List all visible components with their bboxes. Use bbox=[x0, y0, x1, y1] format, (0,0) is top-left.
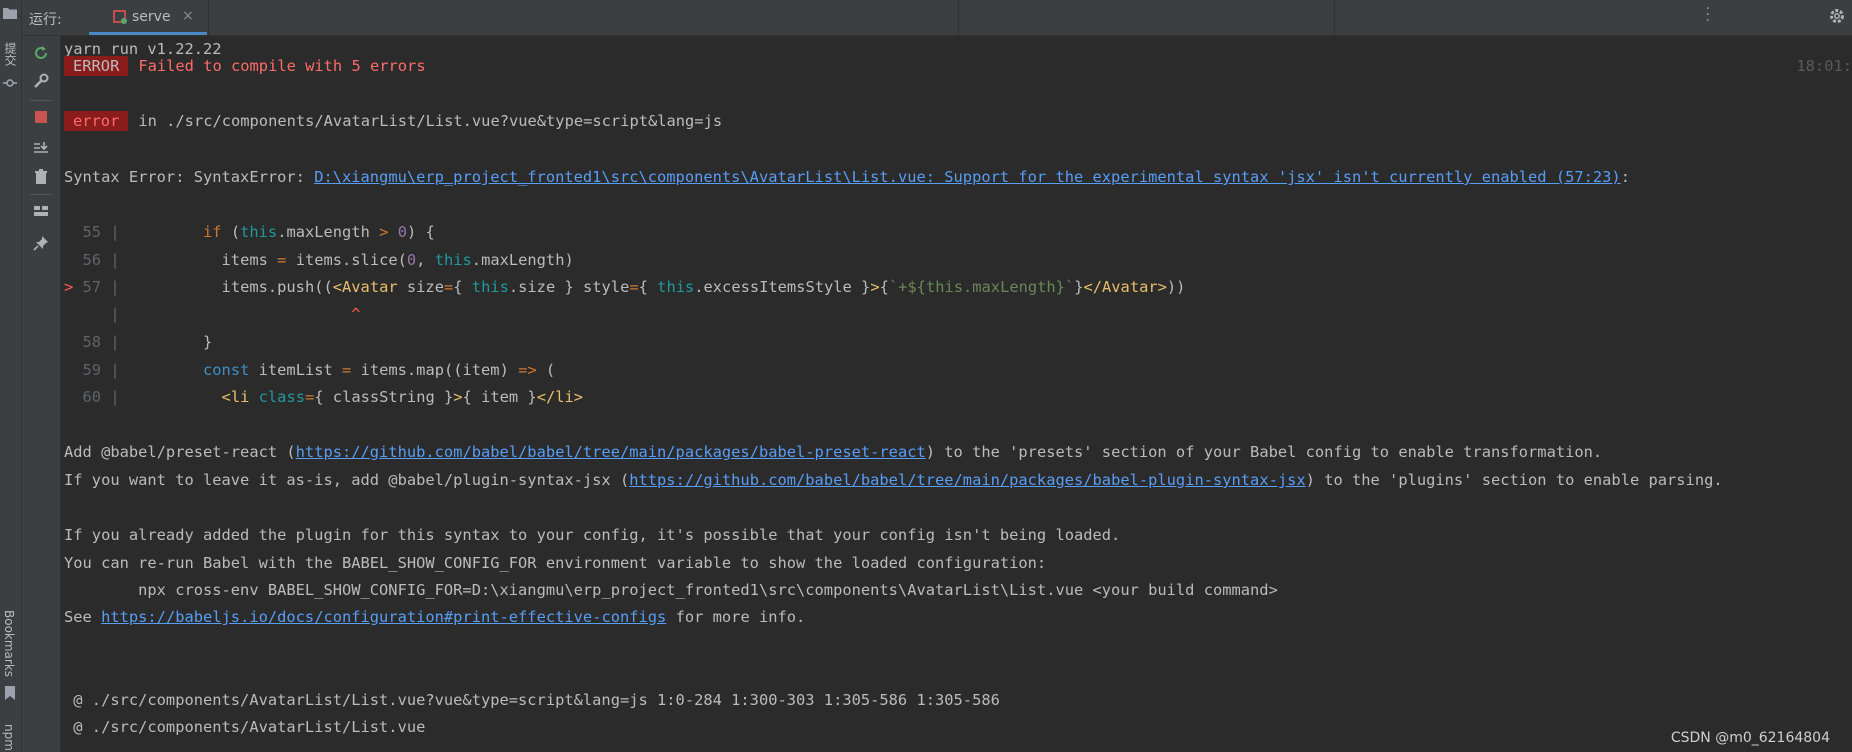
rerun-text: You can re-run Babel with the BABEL_SHOW… bbox=[64, 554, 1047, 572]
code-line-58: 58 | } bbox=[64, 333, 213, 351]
console-line: If you already added the plugin for this… bbox=[64, 525, 1120, 545]
line-number: 57 | bbox=[82, 278, 129, 296]
error-message: Failed to compile with 5 errors bbox=[138, 57, 426, 75]
divider bbox=[958, 0, 959, 35]
tab-label: serve bbox=[132, 9, 171, 25]
plugin-suffix: ) to the 'plugins' section to enable par… bbox=[1305, 471, 1723, 489]
divider bbox=[208, 0, 209, 35]
wrench-icon[interactable] bbox=[32, 72, 50, 90]
import-trace-1: @ ./src/components/AvatarList/List.vue?v… bbox=[64, 691, 1000, 709]
vue-icon bbox=[113, 10, 127, 24]
caret-line: | ^ bbox=[64, 304, 361, 324]
close-icon[interactable]: × bbox=[182, 8, 194, 24]
line-number: 58 | bbox=[64, 333, 129, 351]
active-tab-indicator bbox=[89, 32, 207, 35]
watermark: CSDN @m0_62164804 bbox=[1670, 730, 1830, 746]
code-line-60: 60 | <li class={ classString }>{ item }<… bbox=[64, 388, 584, 406]
babel-docs-link[interactable]: https://babeljs.io/docs/configuration#pr… bbox=[101, 608, 666, 626]
see-suffix: for more info. bbox=[666, 608, 806, 626]
console-line: @ ./src/components/AvatarList/List.vue?v… bbox=[64, 690, 1000, 710]
console-line: You can re-run Babel with the BABEL_SHOW… bbox=[64, 553, 1046, 573]
npx-command: npx cross-env BABEL_SHOW_CONFIG_FOR=D:\x… bbox=[64, 581, 1278, 599]
bookmarks-tab[interactable]: Bookmarks bbox=[2, 610, 16, 677]
console-actions bbox=[22, 36, 61, 752]
npm-tab[interactable]: npm bbox=[2, 724, 16, 751]
timestamp: 18:01: bbox=[1796, 57, 1852, 75]
divider bbox=[30, 100, 52, 101]
bookmarks-label: Bookmarks bbox=[2, 610, 16, 678]
plugin-prefix: If you want to leave it as-is, add @babe… bbox=[64, 471, 630, 489]
gear-icon[interactable] bbox=[1828, 7, 1846, 25]
commit-icon bbox=[3, 79, 17, 87]
console-line: If you want to leave it as-is, add @babe… bbox=[64, 470, 1723, 490]
code-line-57: > 57 | items.push((<Avatar size={ this.s… bbox=[64, 278, 1186, 296]
line-number: 59 | bbox=[64, 361, 129, 379]
error-location: in ./src/components/AvatarList/List.vue?… bbox=[138, 112, 723, 130]
import-trace-2: @ ./src/components/AvatarList/List.vue bbox=[64, 718, 426, 736]
layout-icon[interactable] bbox=[32, 202, 50, 220]
console-line: ERROR Failed to compile with 5 errors bbox=[64, 56, 426, 76]
scroll-to-end-icon[interactable] bbox=[32, 140, 50, 158]
console-line: Syntax Error: SyntaxError: D:\xiangmu\er… bbox=[64, 167, 1630, 187]
line-number: | bbox=[64, 305, 129, 323]
plugin-syntax-jsx-link[interactable]: https://github.com/babel/babel/tree/main… bbox=[629, 471, 1305, 489]
line-number: 55 | bbox=[64, 223, 129, 241]
line-number: 56 | bbox=[64, 251, 129, 269]
console-output[interactable]: 18:01: yarn run v1.22.22 ERROR Failed to … bbox=[61, 36, 1852, 752]
divider bbox=[1334, 0, 1335, 35]
commit-tab[interactable]: 提交 bbox=[2, 42, 19, 66]
syntax-prefix: Syntax Error: SyntaxError: bbox=[64, 168, 315, 186]
error-badge: ERROR bbox=[64, 56, 129, 76]
error-caret: ^ bbox=[351, 305, 361, 323]
console-line: See https://babeljs.io/docs/configuratio… bbox=[64, 607, 805, 627]
pin-icon[interactable] bbox=[32, 234, 50, 252]
preset-react-link[interactable]: https://github.com/babel/babel/tree/main… bbox=[296, 443, 926, 461]
divider bbox=[30, 194, 52, 195]
run-label: 运行: bbox=[29, 12, 62, 28]
error-line-marker: > bbox=[64, 278, 83, 296]
syntax-error-link[interactable]: D:\xiangmu\erp_project_fronted1\src\comp… bbox=[314, 168, 1621, 186]
console-line: Add @babel/preset-react (https://github.… bbox=[64, 442, 1602, 462]
stop-icon[interactable] bbox=[32, 108, 50, 126]
trash-icon[interactable] bbox=[32, 168, 50, 186]
bookmark-icon bbox=[5, 686, 15, 700]
more-options-icon[interactable]: · · · bbox=[1706, 2, 1710, 28]
syntax-suffix: : bbox=[1620, 168, 1630, 186]
preset-prefix: Add @babel/preset-react ( bbox=[64, 443, 296, 461]
rerun-icon[interactable] bbox=[32, 44, 50, 62]
already-added-text: If you already added the plugin for this… bbox=[64, 526, 1121, 544]
console-line: error in ./src/components/AvatarList/List… bbox=[64, 111, 722, 131]
preset-suffix: ) to the 'presets' section of your Babel… bbox=[925, 443, 1603, 461]
code-line-59: 59 | const itemList = items.map((item) =… bbox=[64, 361, 556, 379]
line-number: 60 | bbox=[64, 388, 129, 406]
tab-serve[interactable]: serve × bbox=[89, 0, 207, 35]
see-prefix: See bbox=[64, 608, 102, 626]
code-line-55: 55 | if (this.maxLength > 0) { bbox=[64, 223, 435, 241]
run-toolwindow-header: 运行: serve × · · · bbox=[22, 0, 1852, 36]
npm-label: npm bbox=[2, 724, 16, 751]
commit-label: 提交 bbox=[3, 42, 17, 66]
console-line: @ ./src/components/AvatarList/List.vue bbox=[64, 717, 425, 737]
error-lower-badge: error bbox=[64, 111, 129, 131]
folder-icon[interactable] bbox=[3, 7, 17, 19]
left-tool-strip: 提交 Bookmarks npm bbox=[0, 0, 22, 752]
console-line: npx cross-env BABEL_SHOW_CONFIG_FOR=D:\x… bbox=[64, 580, 1278, 600]
code-line-56: 56 | items = items.slice(0, this.maxLeng… bbox=[64, 251, 574, 269]
